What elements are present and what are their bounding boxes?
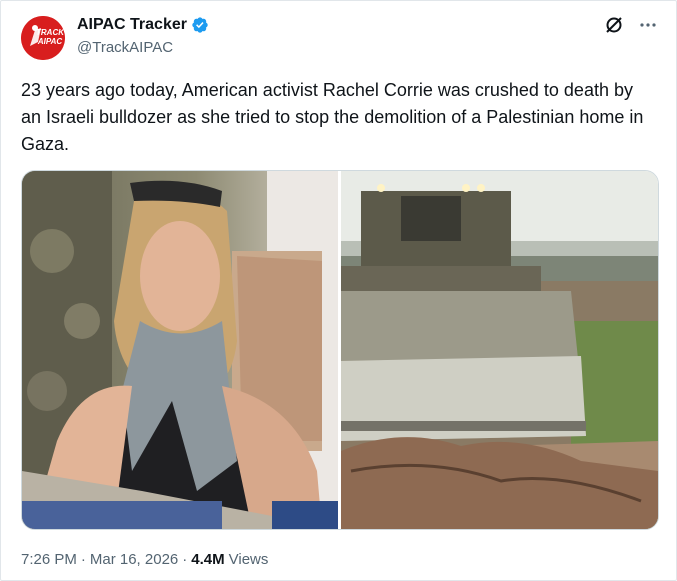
tweet-meta: 7:26 PM · Mar 16, 2026 · 4.4M Views <box>21 551 268 568</box>
tweet-text: 23 years ago today, American activist Ra… <box>21 80 644 154</box>
meta-separator: · <box>182 551 188 568</box>
avatar-logo-icon: TRACK AIPAC <box>21 16 65 60</box>
avatar[interactable]: TRACK AIPAC <box>21 16 65 60</box>
user-handle[interactable]: @TrackAIPAC <box>77 39 173 56</box>
avatar-text-aipac: AIPAC <box>37 37 63 46</box>
more-horizontal-icon[interactable] <box>638 15 658 35</box>
verified-badge-icon <box>192 17 208 33</box>
media-grid <box>21 170 659 530</box>
tweet-date[interactable]: Mar 16, 2026 <box>90 551 178 568</box>
views-count: 4.4M <box>191 551 225 568</box>
tweet-card: TRACK AIPAC AIPAC Tracker @TrackAIPAC 23… <box>0 0 677 581</box>
views-label: Views <box>228 551 269 568</box>
grok-slash-circle-icon[interactable] <box>604 15 624 35</box>
name-row: AIPAC Tracker <box>77 16 209 34</box>
tweet-time[interactable]: 7:26 PM <box>21 551 77 568</box>
photo-bulldozer[interactable] <box>341 171 658 529</box>
display-name[interactable]: AIPAC Tracker <box>77 16 187 34</box>
avatar-text-track: TRACK <box>36 28 65 37</box>
meta-separator: · <box>80 551 86 568</box>
photo-portrait[interactable] <box>22 171 338 529</box>
top-actions <box>604 15 658 35</box>
